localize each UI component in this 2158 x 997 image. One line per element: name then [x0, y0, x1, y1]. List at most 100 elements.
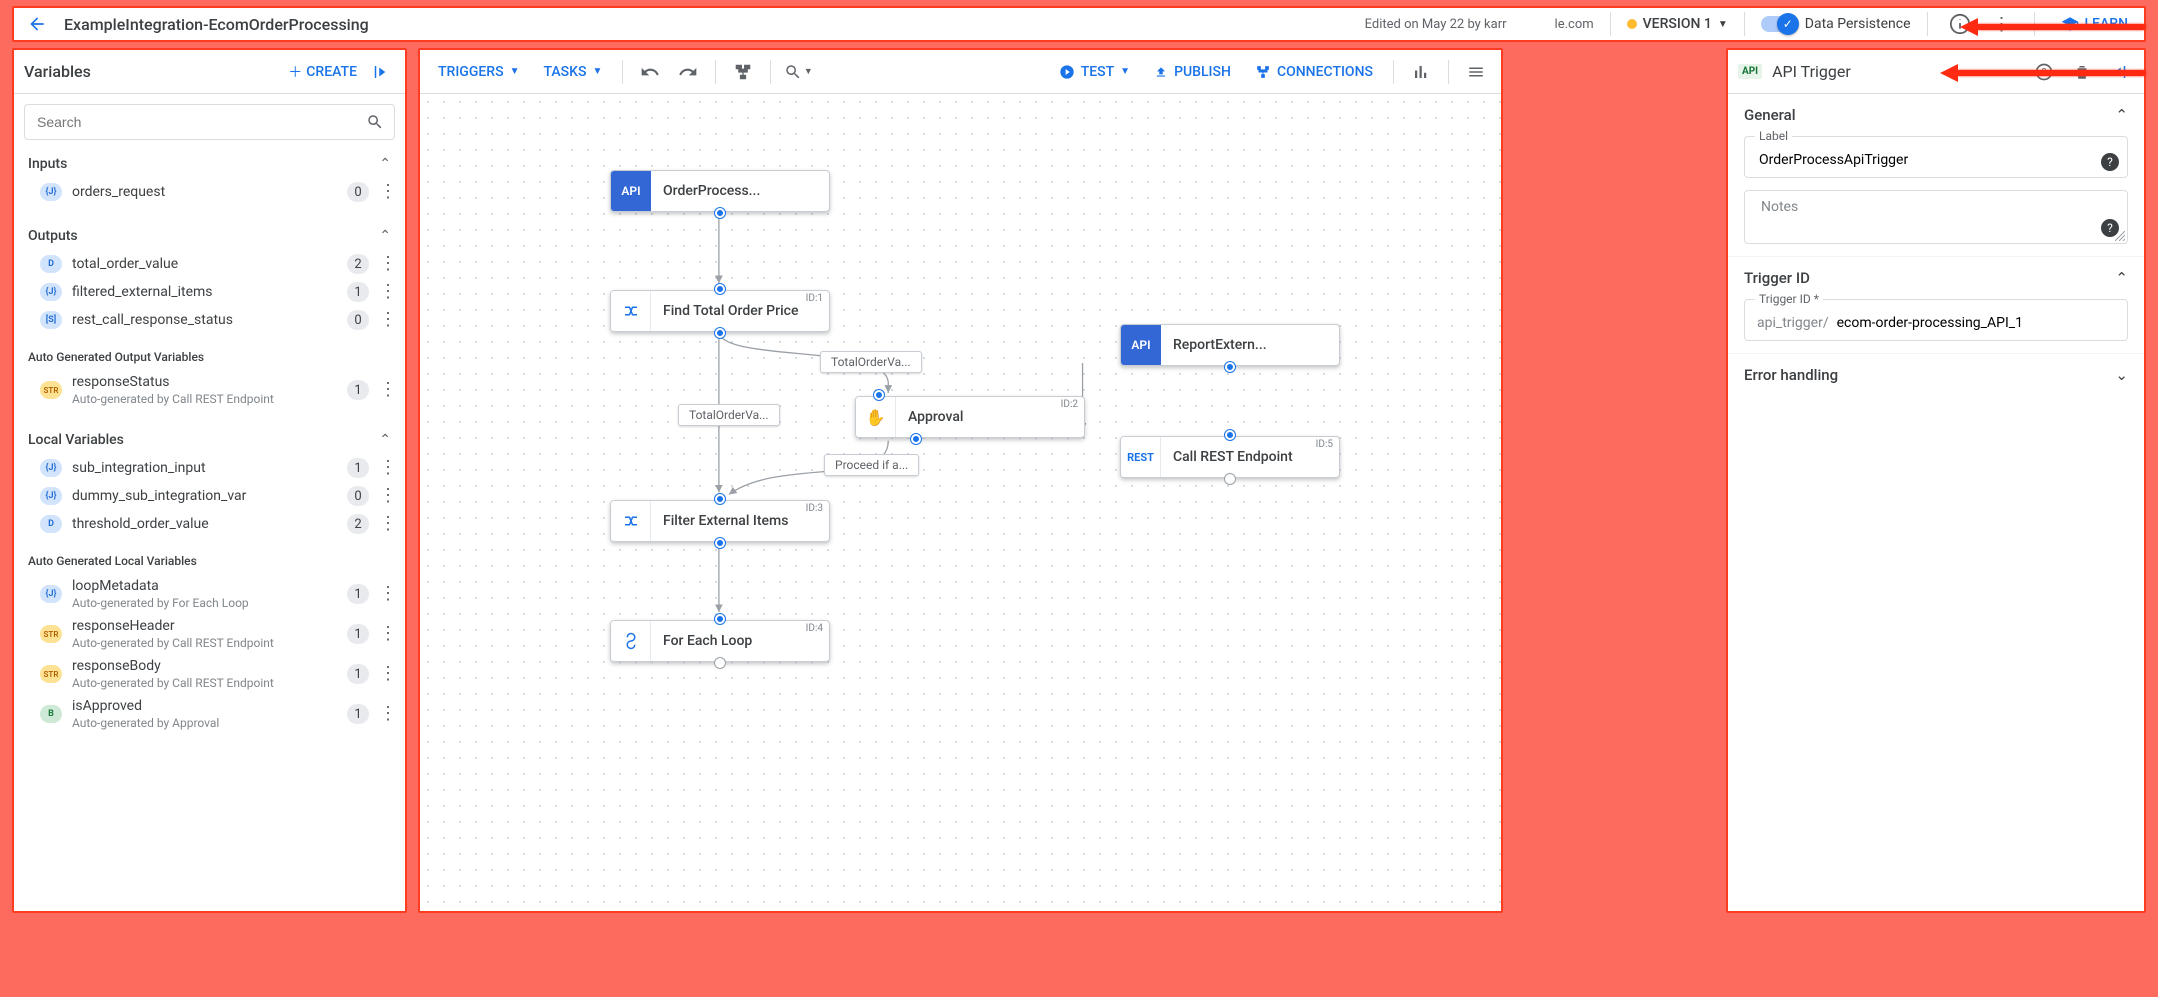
- node-call-rest-endpoint[interactable]: REST Call REST Endpoint ID:5: [1120, 436, 1340, 478]
- variable-row[interactable]: BisApprovedAuto-generated by Approval1⋮: [14, 694, 405, 734]
- logs-button[interactable]: [1459, 55, 1493, 89]
- port-in[interactable]: [874, 390, 884, 400]
- edge-condition-label[interactable]: Proceed if a...: [824, 454, 919, 476]
- variable-menu-button[interactable]: ⋮: [379, 585, 395, 603]
- data-persistence-toggle[interactable]: ✓ Data Persistence: [1761, 16, 1911, 32]
- triggers-dropdown[interactable]: TRIGGERS▼: [428, 64, 529, 80]
- variable-menu-button[interactable]: ⋮: [379, 381, 395, 399]
- layout-button[interactable]: [726, 55, 760, 89]
- back-button[interactable]: [20, 7, 54, 41]
- trigger-id-input[interactable]: [1835, 314, 2115, 332]
- variable-row[interactable]: STRresponseBodyAuto-generated by Call RE…: [14, 654, 405, 694]
- variable-name: orders_request: [72, 184, 337, 200]
- publish-icon: [1154, 65, 1168, 79]
- port-out[interactable]: [1225, 362, 1235, 372]
- collapse-panel-button[interactable]: [365, 57, 395, 87]
- label-input[interactable]: [1757, 151, 2115, 169]
- version-dropdown[interactable]: VERSION 1 ▼: [1627, 16, 1728, 32]
- variable-row[interactable]: {J}sub_integration_input1⋮: [14, 454, 405, 482]
- label-field[interactable]: Label ?: [1744, 136, 2128, 178]
- chevron-up-icon: ⌃: [2115, 106, 2128, 124]
- variable-menu-button[interactable]: ⋮: [379, 459, 395, 477]
- loop-icon: [611, 621, 651, 661]
- chevron-down-icon: ▼: [592, 66, 602, 77]
- field-caption: Trigger ID *: [1755, 292, 1823, 306]
- variable-row[interactable]: {J}orders_request0⋮: [14, 178, 405, 206]
- chevron-up-icon: ⌃: [379, 156, 391, 172]
- create-label: CREATE: [306, 64, 357, 80]
- variable-row[interactable]: Dthreshold_order_value2⋮: [14, 510, 405, 538]
- metrics-button[interactable]: [1404, 55, 1438, 89]
- variable-row[interactable]: {J}dummy_sub_integration_var0⋮: [14, 482, 405, 510]
- zoom-dropdown[interactable]: ▼: [781, 55, 815, 89]
- port-out[interactable]: [1225, 474, 1235, 484]
- variable-row[interactable]: {J}loopMetadataAuto-generated by For Eac…: [14, 574, 405, 614]
- variable-name: threshold_order_value: [72, 516, 337, 532]
- tasks-dropdown[interactable]: TASKS▼: [533, 64, 612, 80]
- redo-button[interactable]: [671, 55, 705, 89]
- variable-menu-button[interactable]: ⋮: [379, 283, 395, 301]
- port-out[interactable]: [911, 434, 921, 444]
- variable-row[interactable]: {J}filtered_external_items1⋮: [14, 278, 405, 306]
- integration-canvas[interactable]: API OrderProcess... Find Total Order Pri…: [420, 94, 1501, 911]
- node-approval[interactable]: ✋ Approval ID:2: [855, 396, 1085, 438]
- rest-icon: REST: [1121, 437, 1161, 477]
- variable-menu-button[interactable]: ⋮: [379, 515, 395, 533]
- node-id: ID:1: [806, 293, 823, 304]
- undo-button[interactable]: [633, 55, 667, 89]
- variable-menu-button[interactable]: ⋮: [379, 255, 395, 273]
- port-in[interactable]: [715, 284, 725, 294]
- outputs-section-header[interactable]: Outputs ⌃: [14, 222, 405, 250]
- variable-row[interactable]: Dtotal_order_value2⋮: [14, 250, 405, 278]
- variable-name: responseBody: [72, 658, 337, 674]
- error-handling-section-header[interactable]: Error handling ⌄: [1744, 366, 2128, 384]
- variable-subtitle: Auto-generated by Approval: [72, 716, 337, 730]
- variable-row[interactable]: STRresponseHeaderAuto-generated by Call …: [14, 614, 405, 654]
- variable-menu-button[interactable]: ⋮: [379, 183, 395, 201]
- node-for-each-loop[interactable]: For Each Loop ID:4: [610, 620, 830, 662]
- node-order-process-api-trigger[interactable]: API OrderProcess...: [610, 170, 830, 212]
- variable-menu-button[interactable]: ⋮: [379, 487, 395, 505]
- auto-output-subheader: Auto Generated Output Variables: [14, 344, 405, 370]
- variable-search[interactable]: [24, 104, 395, 140]
- trigger-id-field[interactable]: Trigger ID * api_trigger/: [1744, 299, 2128, 341]
- variable-row[interactable]: [S]rest_call_response_status0⋮: [14, 306, 405, 334]
- notes-field[interactable]: Notes ?: [1744, 190, 2128, 244]
- trigger-id-section-header[interactable]: Trigger ID ⌃: [1744, 269, 2128, 287]
- publish-button[interactable]: PUBLISH: [1144, 64, 1241, 80]
- port-out[interactable]: [715, 328, 725, 338]
- variable-name: total_order_value: [72, 256, 337, 272]
- search-input[interactable]: [35, 113, 358, 131]
- connections-button[interactable]: CONNECTIONS: [1245, 64, 1383, 80]
- edge-condition-label[interactable]: TotalOrderVa...: [678, 404, 780, 426]
- general-label: General: [1744, 106, 2115, 124]
- variable-menu-button[interactable]: ⋮: [379, 705, 395, 723]
- node-report-extern-api-trigger[interactable]: API ReportExtern...: [1120, 324, 1340, 366]
- api-badge-icon: API: [1121, 325, 1161, 365]
- port-out[interactable]: [715, 208, 725, 218]
- edge-condition-label[interactable]: TotalOrderVa...: [820, 351, 922, 373]
- variable-row[interactable]: STRresponseStatusAuto-generated by Call …: [14, 370, 405, 410]
- port-out[interactable]: [715, 658, 725, 668]
- help-icon[interactable]: ?: [2101, 153, 2119, 171]
- node-filter-external-items[interactable]: Filter External Items ID:3: [610, 500, 830, 542]
- node-id: ID:3: [806, 503, 823, 514]
- domain-text: le.com: [1555, 17, 1594, 32]
- variable-menu-button[interactable]: ⋮: [379, 665, 395, 683]
- api-badge-icon: API: [611, 171, 651, 211]
- port-in[interactable]: [715, 614, 725, 624]
- general-section-header[interactable]: General ⌃: [1744, 106, 2128, 124]
- locals-section-header[interactable]: Local Variables ⌃: [14, 426, 405, 454]
- inputs-section-header[interactable]: Inputs ⌃: [14, 150, 405, 178]
- variable-menu-button[interactable]: ⋮: [379, 311, 395, 329]
- port-in[interactable]: [715, 494, 725, 504]
- port-in[interactable]: [1225, 430, 1235, 440]
- variable-menu-button[interactable]: ⋮: [379, 625, 395, 643]
- top-bar: ExampleIntegration-EcomOrderProcessing E…: [12, 6, 2146, 42]
- test-dropdown[interactable]: TEST▼: [1049, 64, 1140, 80]
- node-find-total-order-price[interactable]: Find Total Order Price ID:1: [610, 290, 830, 332]
- variable-name: isApproved: [72, 698, 337, 714]
- create-variable-button[interactable]: ＋ CREATE: [280, 62, 365, 82]
- port-out[interactable]: [715, 538, 725, 548]
- notes-input[interactable]: [1757, 225, 2115, 245]
